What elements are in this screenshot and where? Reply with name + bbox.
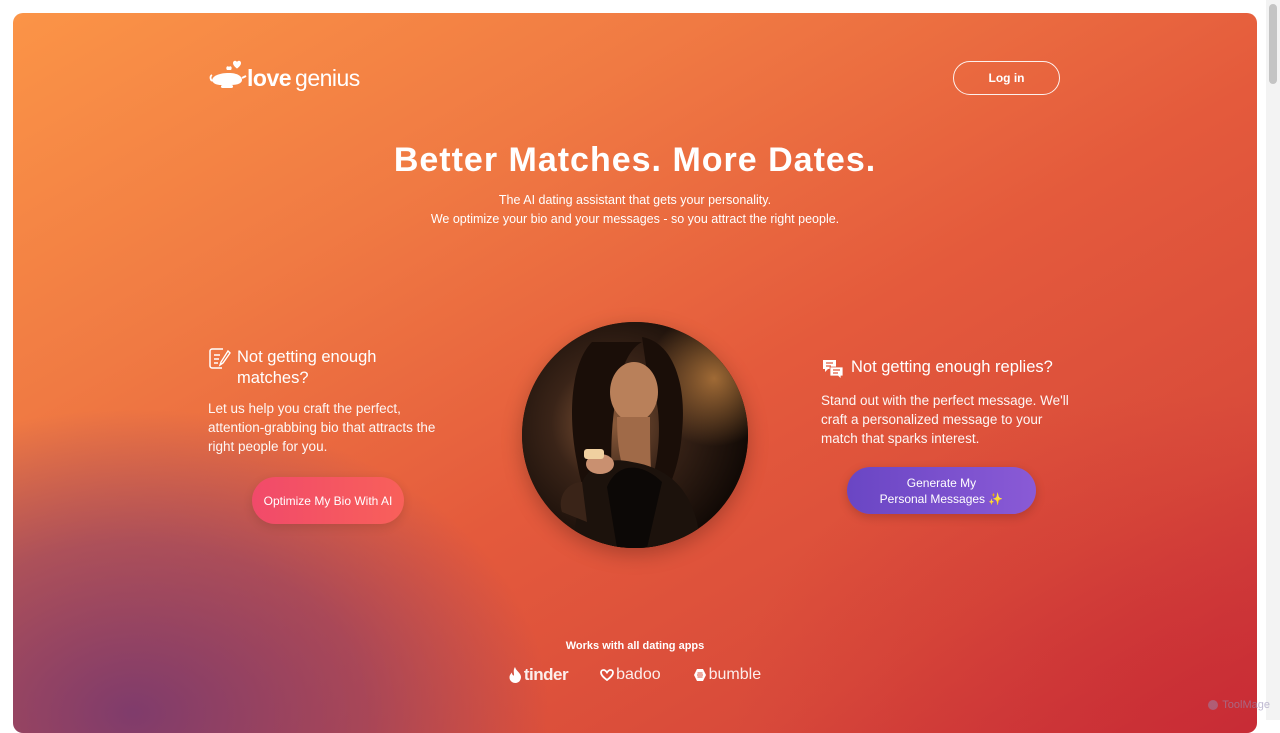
bio-card-title: Not getting enough matches? <box>237 348 377 387</box>
works-with-heading: Works with all dating apps <box>565 640 705 652</box>
bumble-logo: bumble <box>693 666 761 684</box>
generate-messages-label-1: Generate My <box>906 475 977 490</box>
tinder-label: tinder <box>523 665 569 684</box>
flame-icon <box>509 667 521 683</box>
woman-with-phone-photo <box>522 322 748 548</box>
logo[interactable]: love genius <box>209 59 360 91</box>
badoo-label: badoo <box>616 666 661 683</box>
chat-bubbles-icon <box>823 360 844 380</box>
hero-subtitle: The AI dating assistant that gets your p… <box>13 191 1257 229</box>
badoo-logo: badoo <box>600 666 661 684</box>
generate-messages-button[interactable]: Generate My Personal Messages ✨ <box>847 467 1036 514</box>
landing-page: love genius Log in Better Matches. More … <box>13 13 1257 733</box>
edit-document-icon <box>209 348 231 369</box>
hero-title: Better Matches. More Dates. <box>393 141 877 179</box>
watermark: ToolMage <box>1207 699 1270 711</box>
lamp-heart-logo-icon <box>209 60 247 88</box>
dating-app-logos: tinder badoo bumble <box>13 665 1257 685</box>
messages-card: Not getting enough replies? Stand out wi… <box>821 357 1071 448</box>
login-button[interactable]: Log in <box>953 61 1060 95</box>
bio-card: Not getting enough matches? Let us help … <box>208 347 448 456</box>
messages-card-title: Not getting enough replies? <box>851 358 1053 376</box>
hero-subtitle-line-1: The AI dating assistant that gets your p… <box>498 193 772 207</box>
messages-card-text: Stand out with the perfect message. We'l… <box>821 393 1069 446</box>
watermark-label: ToolMage <box>1222 699 1270 711</box>
scrollbar-thumb[interactable] <box>1269 4 1277 84</box>
logo-word-love: love <box>247 65 292 91</box>
generate-messages-label-2: Personal Messages ✨ <box>879 491 1004 506</box>
page-scrollbar[interactable] <box>1266 0 1280 720</box>
logo-word-genius: genius <box>295 65 360 91</box>
bio-card-text: Let us help you craft the perfect, atten… <box>208 401 436 454</box>
badoo-heart-icon <box>600 669 615 681</box>
optimize-bio-button[interactable]: Optimize My Bio With AI <box>252 477 404 524</box>
toolmage-icon <box>1208 700 1219 710</box>
hero-subtitle-line-2: We optimize your bio and your messages -… <box>430 212 840 226</box>
hero-photo <box>522 322 748 548</box>
bumble-hexagon-icon <box>693 669 706 681</box>
tinder-logo: tinder <box>509 665 569 685</box>
bumble-label: bumble <box>708 666 762 683</box>
